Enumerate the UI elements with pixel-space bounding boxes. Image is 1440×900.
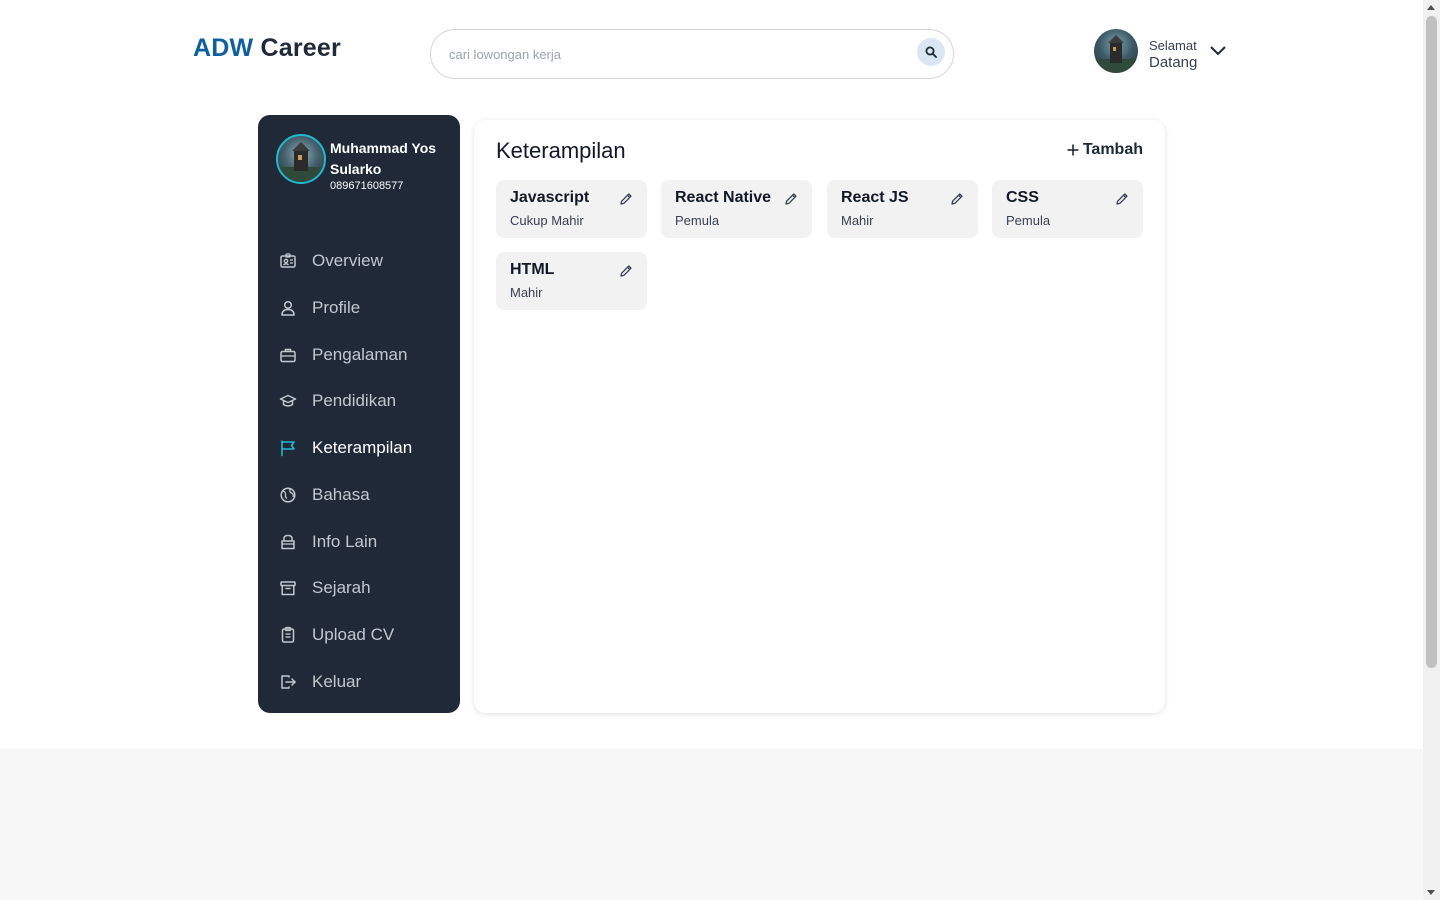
add-skill-label: Tambah	[1082, 141, 1143, 158]
sidebar-item-label: Info Lain	[312, 532, 378, 551]
skill-level: Cukup Mahir	[510, 213, 584, 228]
sidebar-item-overview[interactable]: Overview	[258, 241, 460, 281]
briefcase-icon	[280, 348, 296, 363]
sidebar-item-label: Keluar	[312, 672, 362, 691]
greeting-line1: Selamat	[1149, 38, 1197, 53]
edit-pencil-icon[interactable]	[784, 192, 798, 206]
scroll-up-arrow-icon[interactable]	[1427, 5, 1435, 10]
archive-icon	[280, 581, 296, 596]
skill-name: React JS	[841, 189, 909, 206]
sidebar-item-keterampilan[interactable]: Keterampilan	[258, 428, 460, 468]
globe-icon	[280, 487, 296, 503]
add-skill-button[interactable]: Tambah	[1067, 141, 1143, 159]
logo-part2: Career	[260, 34, 341, 62]
sidebar-item-label: Keterampilan	[312, 438, 413, 457]
chevron-down-icon[interactable]	[1210, 46, 1226, 56]
sidebar-item-bahasa[interactable]: Bahasa	[258, 475, 460, 515]
scrollbar[interactable]	[1423, 0, 1440, 900]
skill-level: Pemula	[1006, 213, 1051, 228]
sidebar: Muhammad Yos Sularko 089671608577 Overvi…	[258, 115, 460, 713]
skill-card: React Native Pemula	[661, 180, 812, 238]
skill-card: HTML Mahir	[496, 252, 647, 310]
clipboard-icon	[281, 626, 295, 643]
sidebar-item-profile[interactable]: Profile	[258, 288, 460, 328]
profile-name: Muhammad Yos Sularko	[330, 140, 437, 177]
graduation-cap-icon	[279, 394, 297, 407]
avatar[interactable]	[1094, 29, 1138, 73]
scrollbar-thumb[interactable]	[1426, 16, 1437, 668]
flag-icon	[281, 440, 295, 457]
sidebar-item-label: Pengalaman	[312, 345, 408, 364]
sidebar-item-info-lain[interactable]: Info Lain	[258, 522, 460, 562]
edit-pencil-icon[interactable]	[619, 264, 633, 278]
skill-name: HTML	[510, 261, 555, 278]
search-icon	[925, 46, 937, 58]
bag-icon	[281, 534, 295, 550]
logo-part1: ADW	[193, 34, 254, 62]
user-menu[interactable]: Selamat Datang	[1094, 29, 1234, 75]
sidebar-item-label: Sejarah	[312, 578, 371, 597]
sidebar-item-sejarah[interactable]: Sejarah	[258, 568, 460, 608]
sidebar-item-keluar[interactable]: Keluar	[258, 662, 460, 702]
sidebar-item-pendidikan[interactable]: Pendidikan	[258, 381, 460, 421]
profile-avatar	[276, 134, 326, 184]
sidebar-item-label: Overview	[312, 251, 383, 270]
skill-name: CSS	[1006, 189, 1039, 206]
skill-card: React JS Mahir	[827, 180, 978, 238]
user-icon	[281, 300, 295, 316]
sidebar-item-label: Profile	[312, 298, 361, 317]
skills-card: Keterampilan Tambah Javascript Cukup Mah…	[474, 120, 1165, 713]
footer	[0, 749, 1423, 900]
skill-level: Mahir	[841, 213, 874, 228]
skill-level: Mahir	[510, 285, 543, 300]
search-button[interactable]	[917, 38, 945, 66]
plus-icon	[1067, 144, 1079, 156]
edit-pencil-icon[interactable]	[950, 192, 964, 206]
sidebar-item-pengalaman[interactable]: Pengalaman	[258, 335, 460, 375]
sidebar-item-label: Bahasa	[312, 485, 370, 504]
scroll-down-arrow-icon[interactable]	[1427, 890, 1435, 895]
edit-pencil-icon[interactable]	[1115, 192, 1129, 206]
edit-pencil-icon[interactable]	[619, 192, 633, 206]
skill-name: React Native	[675, 189, 772, 206]
skill-name: Javascript	[510, 189, 590, 206]
greeting-line2: Datang	[1149, 54, 1198, 71]
page: ADW Career Selamat Datang	[0, 0, 1423, 900]
profile-phone: 089671608577	[330, 180, 404, 192]
skill-card: Javascript Cukup Mahir	[496, 180, 647, 238]
sidebar-item-label: Pendidikan	[312, 391, 397, 410]
sidebar-item-upload-cv[interactable]: Upload CV	[258, 615, 460, 655]
skill-level: Pemula	[675, 213, 720, 228]
logout-icon	[281, 675, 296, 689]
skill-card: CSS Pemula	[992, 180, 1143, 238]
sidebar-item-label: Upload CV	[312, 625, 395, 644]
search-bar	[430, 29, 954, 79]
page-title: Keterampilan	[496, 138, 626, 163]
logo[interactable]: ADW Career	[193, 34, 341, 63]
search-input[interactable]	[449, 42, 909, 66]
id-card-icon	[280, 253, 296, 268]
